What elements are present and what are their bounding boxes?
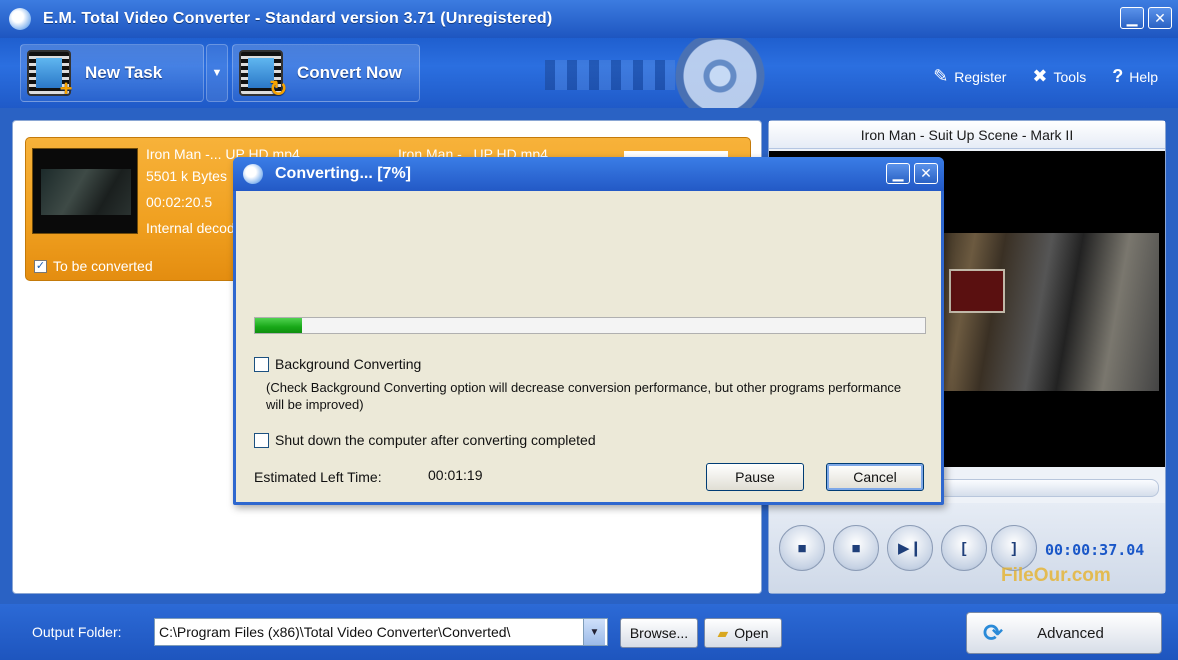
new-task-label: New Task <box>85 63 163 82</box>
playback-time: 00:00:37.04 <box>1045 541 1145 559</box>
playback-controls: ■ ■ ▶❙ [ ] 00:00:37.04 FileOur.com <box>769 503 1165 593</box>
task-thumbnail <box>32 148 138 234</box>
advanced-button[interactable]: ⟳ Advanced <box>966 612 1162 654</box>
pause-button[interactable]: Pause <box>706 463 804 491</box>
dialog-title: Converting... [7%] <box>275 165 412 182</box>
play-pause-icon: ▶❙ <box>897 540 923 557</box>
conversion-progress-bar <box>254 317 926 334</box>
browse-label: Browse... <box>629 625 689 641</box>
background-converting-label: Background Converting <box>275 356 422 372</box>
help-icon: ? <box>1112 66 1124 86</box>
output-folder-combo[interactable]: ▼ <box>154 618 608 646</box>
background-converting-row[interactable]: Background Converting <box>254 356 421 372</box>
task-decoder: Internal decod <box>146 220 235 236</box>
watermark: FileOur.com <box>1001 565 1111 586</box>
toolbar: + New Task ▼ ↻ Convert Now ✎ Register ✖ … <box>0 38 1178 108</box>
new-task-dropdown-button[interactable]: ▼ <box>206 44 228 102</box>
converting-dialog: Converting... [7%] ▁ ✕ Background Conver… <box>233 157 944 505</box>
estimated-time-label: Estimated Left Time: <box>254 469 382 485</box>
background-note: (Check Background Converting option will… <box>266 380 902 412</box>
stop-icon: ■ <box>797 539 807 557</box>
new-task-button[interactable]: + New Task <box>20 44 204 102</box>
register-button[interactable]: ✎ Register <box>933 66 1006 87</box>
advanced-label: Advanced <box>1037 624 1104 642</box>
output-folder-input[interactable] <box>155 624 583 640</box>
to-be-converted-label: To be converted <box>53 258 153 274</box>
title-bar: E.M. Total Video Converter - Standard ve… <box>0 0 1178 38</box>
minimize-button[interactable]: ▁ <box>1120 7 1144 29</box>
task-duration: 00:02:20.5 <box>146 194 213 210</box>
tools-label: Tools <box>1053 68 1087 85</box>
mark-in-icon: [ <box>961 539 967 557</box>
dialog-body: Background Converting (Check Background … <box>236 191 941 502</box>
bottom-bar: Output Folder: ▼ Browse... ▰ Open ⟳ Adva… <box>0 604 1178 660</box>
dialog-close-button[interactable]: ✕ <box>914 163 938 184</box>
preview-title: Iron Man - Suit Up Scene - Mark II <box>769 121 1165 149</box>
chevron-down-icon[interactable]: ▼ <box>583 619 605 645</box>
dialog-title-bar: Converting... [7%] ▁ ✕ <box>233 157 944 191</box>
progress-fill <box>255 318 302 333</box>
refresh-icon: ⟳ <box>983 619 1004 647</box>
mark-out-icon: ] <box>1011 539 1017 557</box>
task-size: 5501 k Bytes <box>146 168 227 184</box>
open-label: Open <box>734 625 769 641</box>
new-task-icon: + <box>27 50 72 100</box>
to-be-converted-checkbox[interactable]: ✓ <box>34 259 47 273</box>
film-reel-decoration <box>655 38 785 108</box>
tools-icon: ✖ <box>1032 66 1048 86</box>
register-icon: ✎ <box>933 66 949 86</box>
background-converting-checkbox[interactable] <box>254 356 269 372</box>
cancel-button[interactable]: Cancel <box>826 463 924 491</box>
play-pause-button[interactable]: ▶❙ <box>887 525 933 571</box>
open-button[interactable]: ▰ Open <box>704 618 782 648</box>
register-label: Register <box>954 68 1007 85</box>
convert-now-button[interactable]: ↻ Convert Now <box>232 44 420 102</box>
app-icon <box>9 8 31 30</box>
to-be-converted-row[interactable]: ✓ To be converted <box>34 258 153 274</box>
convert-now-label: Convert Now <box>297 63 402 82</box>
convert-now-icon: ↻ <box>239 50 287 100</box>
mark-in-button[interactable]: [ <box>941 525 987 571</box>
shutdown-row[interactable]: Shut down the computer after converting … <box>254 432 596 448</box>
help-button[interactable]: ? Help <box>1112 66 1158 87</box>
stop-button-2[interactable]: ■ <box>833 525 879 571</box>
stop-button[interactable]: ■ <box>779 525 825 571</box>
output-folder-label: Output Folder: <box>32 624 122 640</box>
close-button[interactable]: ✕ <box>1148 7 1172 29</box>
shutdown-checkbox[interactable] <box>254 432 269 448</box>
tools-button[interactable]: ✖ Tools <box>1032 66 1086 87</box>
estimated-time-value: 00:01:19 <box>428 467 483 483</box>
app-icon <box>243 164 263 184</box>
stop-icon: ■ <box>851 539 861 557</box>
browse-button[interactable]: Browse... <box>620 618 698 648</box>
folder-icon: ▰ <box>717 624 729 641</box>
window-title: E.M. Total Video Converter - Standard ve… <box>43 10 553 27</box>
help-label: Help <box>1129 68 1158 85</box>
dialog-minimize-button[interactable]: ▁ <box>886 163 910 184</box>
shutdown-label: Shut down the computer after converting … <box>275 432 596 448</box>
